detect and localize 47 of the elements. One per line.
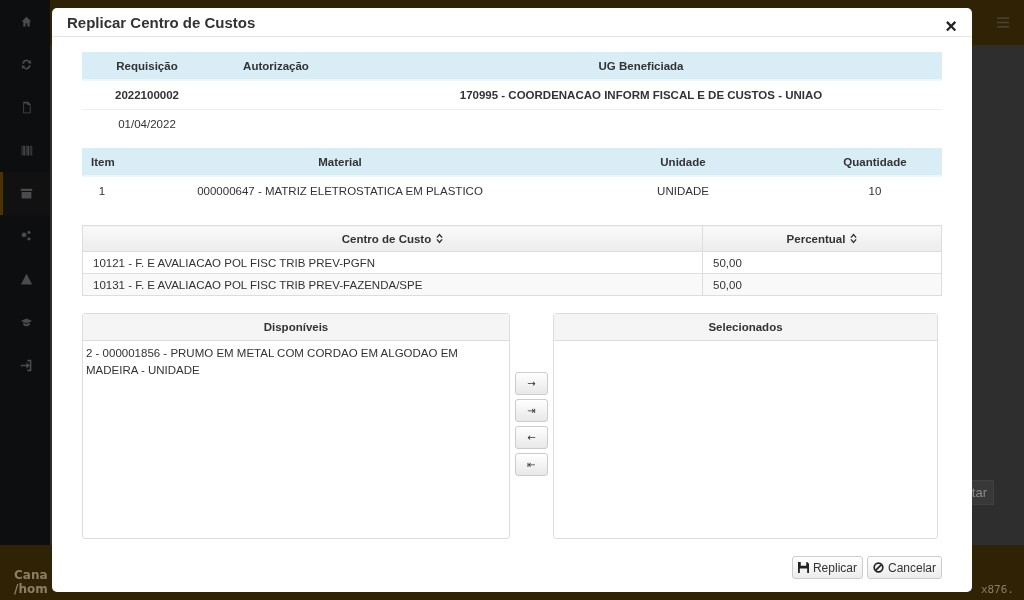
column-header: Autorização [212, 52, 340, 80]
move-button[interactable]: → [515, 372, 548, 395]
move-button[interactable]: ⇤ [515, 453, 548, 476]
move-button[interactable]: ← [515, 426, 548, 449]
file-icon [20, 101, 33, 114]
archive-icon [20, 187, 33, 200]
column-header: Material [122, 148, 558, 176]
home-icon [20, 15, 33, 28]
table-cell: 50,00 [702, 251, 942, 274]
dialog-title: Replicar Centro de Custos [67, 13, 256, 31]
table-cell: UNIDADE [657, 185, 709, 197]
column-header: Quantidade [808, 148, 942, 176]
list-title: Selecionados [554, 314, 937, 341]
sidebar-item[interactable] [0, 172, 50, 215]
menu-icon[interactable] [997, 17, 1009, 28]
column-header: Item [82, 148, 122, 176]
refresh-icon [20, 58, 33, 71]
warning-icon [20, 273, 33, 286]
table-cell: 2022100002 [115, 89, 179, 101]
sort-icon [850, 233, 858, 244]
footer-path: /hom [14, 582, 48, 596]
close-button[interactable]: × [945, 16, 957, 36]
list-item[interactable]: 2 - 000001856 - PRUMO EM METAL COM CORDAO EM ALGODAO EM MADEIRA - UNIDADE [86, 345, 506, 379]
sort-icon [436, 233, 444, 244]
ban-icon [872, 562, 884, 573]
column-header: Unidade [558, 148, 808, 176]
footer-title: Cana [14, 568, 48, 582]
footer-note: x876. [980, 583, 1014, 596]
table-cell: 1 [98, 185, 106, 197]
signin-icon [20, 359, 33, 372]
list-title: Disponíveis [83, 314, 509, 341]
cancel-button[interactable]: Cancelar [866, 556, 942, 579]
table-cell: 10 [868, 185, 882, 197]
move-button[interactable]: ⇥ [515, 399, 548, 422]
table-cell: 000000647 - MATRIZ ELETROSTATICA EM PLASTICO [197, 185, 483, 197]
table-cell: 170995 - COORDENACAO INFORM FISCAL E DE CUSTOS - UNIAO [459, 89, 823, 101]
column-header[interactable]: Percentual [702, 225, 942, 252]
barcode-icon [20, 144, 33, 157]
table-cell: 10121 - F. E AVALIACAO POL FISC TRIB PREV-PGFN [82, 251, 703, 274]
cap-icon [20, 316, 33, 329]
replicate-button[interactable]: Replicar [791, 556, 863, 579]
table-cell: 01/04/2022 [118, 118, 176, 130]
column-header: Requisição [82, 52, 212, 80]
column-header[interactable]: Centro de Custo [82, 225, 703, 252]
table-cell: 10131 - F. E AVALIACAO POL FISC TRIB PREV-FAZENDA/SPE [82, 273, 703, 296]
column-header: UG Beneficiada [340, 52, 942, 80]
table-cell: 50,00 [702, 273, 942, 296]
